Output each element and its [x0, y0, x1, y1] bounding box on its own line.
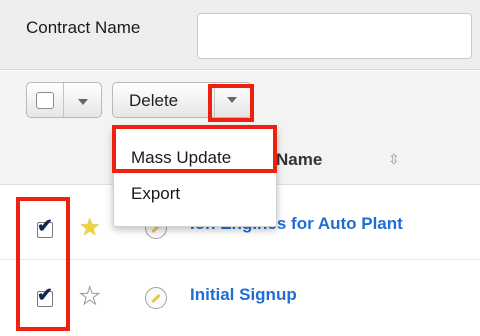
table-row: ✔ ★ Initial Signup: [0, 261, 480, 336]
edit-pencil-icon[interactable]: [145, 287, 167, 309]
select-all-control[interactable]: [26, 82, 102, 118]
delete-button[interactable]: Delete: [129, 91, 178, 111]
filter-bar: Contract Name: [0, 0, 480, 70]
favorite-star-icon[interactable]: ★: [79, 284, 101, 309]
favorite-star-icon[interactable]: ★: [79, 216, 101, 240]
sort-icon[interactable]: ⇳: [388, 151, 400, 168]
select-all-checkbox[interactable]: [36, 92, 54, 109]
menu-item-export[interactable]: Export: [114, 176, 276, 212]
select-options-chevron-down-icon[interactable]: [78, 99, 88, 105]
contract-name-input[interactable]: [197, 13, 472, 59]
record-name-link[interactable]: Initial Signup: [190, 285, 297, 305]
highlight-row-checkboxes: [16, 197, 70, 331]
contract-name-label: Contract Name: [26, 18, 141, 37]
select-divider: [63, 83, 64, 117]
highlight-actions-caret: [208, 84, 254, 122]
highlight-mass-update: [112, 125, 277, 173]
name-column-header[interactable]: Name: [276, 150, 322, 170]
